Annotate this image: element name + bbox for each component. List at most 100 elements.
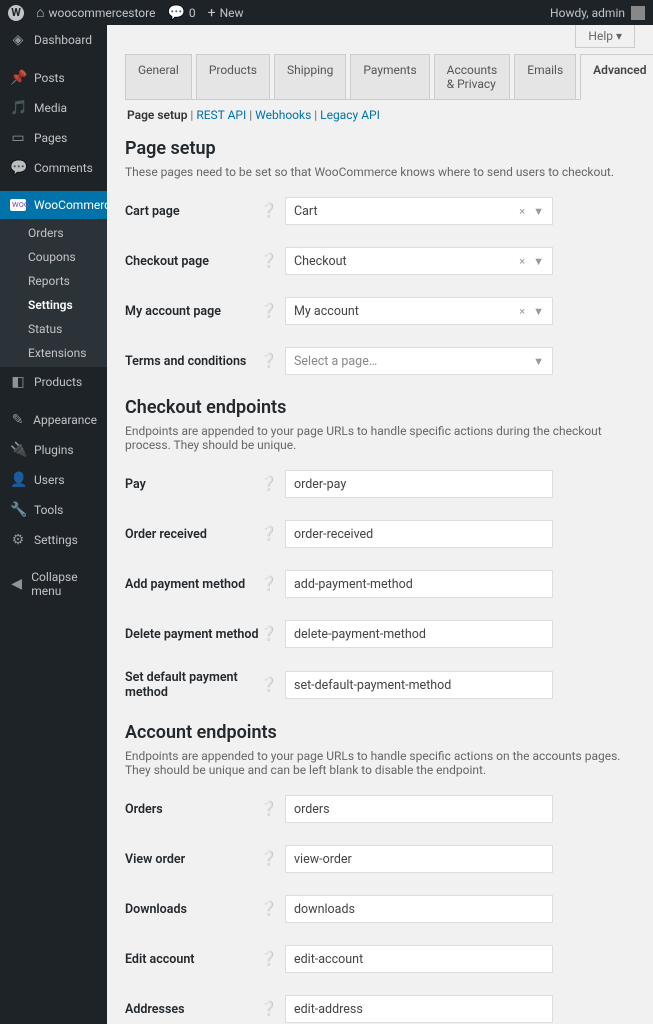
help-icon[interactable]: ❔: [260, 253, 285, 269]
view-input[interactable]: [285, 845, 553, 873]
delpm-label: Delete payment method: [125, 627, 260, 642]
tab-shipping[interactable]: Shipping: [274, 54, 346, 99]
comment-icon: 💬: [167, 5, 184, 21]
submenu-extensions[interactable]: Extensions: [0, 341, 107, 365]
help-tab[interactable]: Help ▾: [575, 25, 635, 48]
help-icon[interactable]: ❔: [260, 353, 285, 369]
tab-general[interactable]: General: [125, 54, 192, 99]
orders-input[interactable]: [285, 795, 553, 823]
clear-icon[interactable]: ×: [519, 255, 525, 268]
menu-pages[interactable]: ▭Pages: [0, 123, 107, 153]
clear-icon[interactable]: ×: [519, 205, 525, 218]
menu-comments[interactable]: 💬Comments: [0, 153, 107, 183]
menu-settings[interactable]: ⚙Settings: [0, 525, 107, 555]
delpm-input[interactable]: [285, 620, 553, 648]
admin-topbar: W ⌂woocommercestore 💬0 +New Howdy, admin: [0, 0, 653, 25]
defpm-input[interactable]: [285, 671, 553, 699]
edit-input[interactable]: [285, 945, 553, 973]
checkout-select[interactable]: Checkout×▼: [285, 247, 553, 275]
comment-count: 0: [189, 6, 196, 20]
addresses-label: Addresses: [125, 1002, 260, 1017]
tab-products[interactable]: Products: [196, 54, 270, 99]
tab-emails[interactable]: Emails: [514, 54, 576, 99]
help-icon[interactable]: ❔: [260, 901, 285, 917]
account-endpoints-desc: Endpoints are appended to your page URLs…: [125, 749, 635, 777]
account-label: My account page: [125, 304, 260, 319]
pay-input[interactable]: [285, 470, 553, 498]
comment-icon: 💬: [10, 160, 26, 176]
edit-label: Edit account: [125, 952, 260, 967]
downloads-input[interactable]: [285, 895, 553, 923]
new-link[interactable]: +New: [208, 5, 244, 21]
menu-media[interactable]: 🎵Media: [0, 93, 107, 123]
submenu-coupons[interactable]: Coupons: [0, 245, 107, 269]
received-input[interactable]: [285, 520, 553, 548]
help-icon[interactable]: ❔: [260, 203, 285, 219]
menu-appearance[interactable]: ✎Appearance: [0, 405, 107, 435]
help-icon[interactable]: ❔: [260, 851, 285, 867]
account-select[interactable]: My account×▼: [285, 297, 553, 325]
admin-sidebar: ◈Dashboard 📌Posts 🎵Media ▭Pages 💬Comment…: [0, 25, 107, 1024]
page-setup-title: Page setup: [125, 138, 635, 159]
help-icon[interactable]: ❔: [260, 951, 285, 967]
clear-icon[interactable]: ×: [519, 305, 525, 318]
help-icon[interactable]: ❔: [260, 801, 285, 817]
menu-collapse[interactable]: ◀Collapse menu: [0, 563, 107, 605]
menu-woocommerce[interactable]: wooWooCommerce: [0, 191, 107, 219]
pay-label: Pay: [125, 477, 260, 492]
woo-icon: woo: [10, 199, 26, 211]
tools-icon: 🔧: [10, 502, 26, 518]
submenu-status[interactable]: Status: [0, 317, 107, 341]
tab-accounts[interactable]: Accounts & Privacy: [434, 54, 511, 99]
gear-icon: ⚙: [10, 532, 26, 548]
addpm-input[interactable]: [285, 570, 553, 598]
subnav-page-setup[interactable]: Page setup: [127, 108, 187, 122]
menu-tools[interactable]: 🔧Tools: [0, 495, 107, 525]
help-icon[interactable]: ❔: [260, 626, 285, 642]
subnav-legacy-api[interactable]: Legacy API: [320, 108, 380, 122]
submenu-orders[interactable]: Orders: [0, 221, 107, 245]
checkout-endpoints-title: Checkout endpoints: [125, 397, 635, 418]
submenu-reports[interactable]: Reports: [0, 269, 107, 293]
menu-products[interactable]: ◧Products: [0, 367, 107, 397]
site-name: woocommercestore: [48, 6, 155, 20]
plugin-icon: 🔌: [10, 442, 26, 458]
menu-dashboard[interactable]: ◈Dashboard: [0, 25, 107, 55]
collapse-icon: ◀: [10, 576, 23, 592]
tab-payments[interactable]: Payments: [350, 54, 429, 99]
comments-link[interactable]: 💬0: [167, 5, 195, 21]
help-icon[interactable]: ❔: [260, 303, 285, 319]
tab-advanced[interactable]: Advanced: [580, 54, 653, 100]
subnav-rest-api[interactable]: REST API: [196, 108, 246, 122]
site-link[interactable]: ⌂ woocommercestore: [36, 4, 155, 21]
addresses-input[interactable]: [285, 995, 553, 1023]
help-icon[interactable]: ❔: [260, 1001, 285, 1017]
wp-menu[interactable]: W: [8, 5, 24, 21]
help-icon[interactable]: ❔: [260, 526, 285, 542]
home-icon: ⌂: [36, 4, 44, 21]
subnav-webhooks[interactable]: Webhooks: [255, 108, 311, 122]
downloads-label: Downloads: [125, 902, 260, 917]
chevron-down-icon: ▼: [533, 355, 544, 368]
menu-plugins[interactable]: 🔌Plugins: [0, 435, 107, 465]
subnav: Page setup | REST API | Webhooks | Legac…: [125, 100, 635, 130]
terms-select[interactable]: Select a page…▼: [285, 347, 553, 375]
help-icon[interactable]: ❔: [260, 677, 285, 693]
dashboard-icon: ◈: [10, 32, 26, 48]
help-icon[interactable]: ❔: [260, 576, 285, 592]
defpm-label: Set default payment method: [125, 670, 260, 700]
chevron-down-icon: ▼: [533, 255, 544, 268]
cart-select[interactable]: Cart×▼: [285, 197, 553, 225]
checkout-label: Checkout page: [125, 254, 260, 269]
help-icon[interactable]: ❔: [260, 476, 285, 492]
avatar: [631, 6, 645, 20]
chevron-down-icon: ▼: [533, 305, 544, 318]
content-area: Help ▾ General Products Shipping Payment…: [107, 25, 653, 1024]
menu-users[interactable]: 👤Users: [0, 465, 107, 495]
new-label: New: [220, 6, 244, 20]
chevron-down-icon: ▼: [533, 205, 544, 218]
submenu-settings[interactable]: Settings: [0, 293, 107, 317]
account-link[interactable]: Howdy, admin: [550, 6, 645, 20]
menu-posts[interactable]: 📌Posts: [0, 63, 107, 93]
products-icon: ◧: [10, 374, 26, 390]
